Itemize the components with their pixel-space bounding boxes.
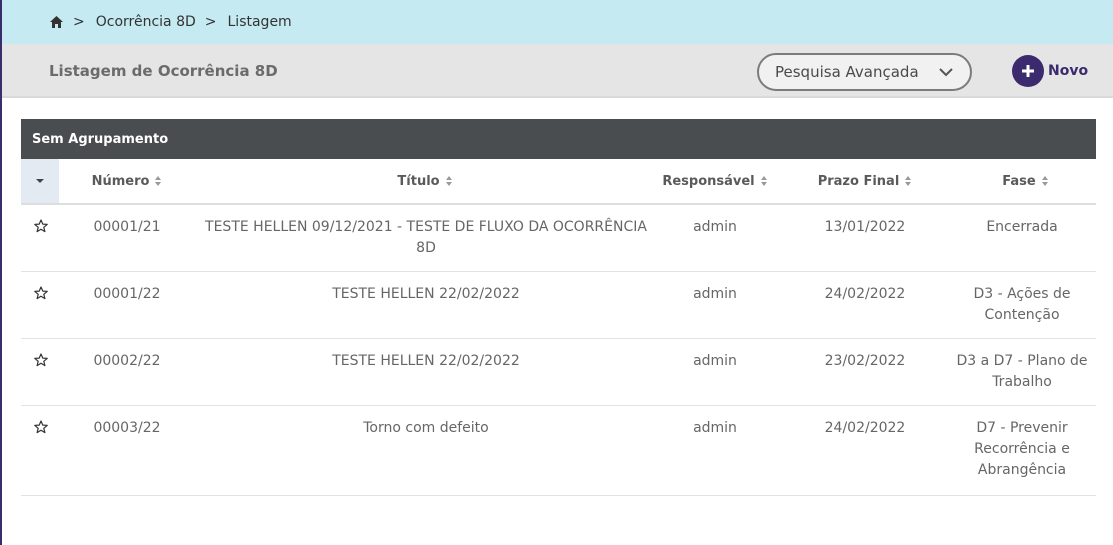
column-header-prazo[interactable]: Prazo Final <box>775 159 955 205</box>
sort-icon <box>445 176 452 186</box>
cell-responsavel: admin <box>693 353 737 369</box>
page-title: Listagem de Ocorrência 8D <box>49 62 278 80</box>
cell-prazo: 13/01/2022 <box>824 219 906 235</box>
cell-prazo: 24/02/2022 <box>824 286 906 302</box>
star-icon[interactable] <box>34 219 48 233</box>
cell-fase: D3 - Ações de Contenção <box>973 286 1071 323</box>
cell-numero: 00003/22 <box>93 420 161 436</box>
breadcrumb: > Ocorrência 8D > Listagem <box>2 0 1113 44</box>
new-button-label: Novo <box>1048 63 1089 79</box>
cell-fase: Encerrada <box>986 219 1058 235</box>
column-header-fase[interactable]: Fase <box>955 159 1096 205</box>
star-icon[interactable] <box>34 286 48 300</box>
breadcrumb-separator: > <box>73 14 85 30</box>
page-header: Listagem de Ocorrência 8D Pesquisa Avanç… <box>2 44 1113 98</box>
cell-titulo: Torno com defeito <box>363 420 489 436</box>
cell-numero: 00002/22 <box>93 353 161 369</box>
star-icon[interactable] <box>34 420 48 434</box>
advanced-search-dropdown[interactable]: Pesquisa Avançada <box>757 53 972 91</box>
table-row[interactable]: 00002/22 TESTE HELLEN 22/02/2022 admin 2… <box>21 339 1096 406</box>
cell-prazo: 23/02/2022 <box>824 353 906 369</box>
cell-titulo: TESTE HELLEN 22/02/2022 <box>332 286 520 302</box>
cell-fase: D7 - Prevenir Recorrência e Abrangência <box>974 420 1070 478</box>
column-header-label: Número <box>91 173 150 189</box>
advanced-search-label: Pesquisa Avançada <box>775 63 919 81</box>
new-button[interactable]: Novo <box>1012 55 1088 87</box>
plus-icon <box>1012 55 1044 87</box>
sort-icon <box>760 176 767 186</box>
table-row[interactable]: 00001/22 TESTE HELLEN 22/02/2022 admin 2… <box>21 272 1096 339</box>
cell-titulo: TESTE HELLEN 22/02/2022 <box>332 353 520 369</box>
cell-responsavel: admin <box>693 219 737 235</box>
home-icon[interactable] <box>50 15 64 29</box>
column-header-label: Prazo Final <box>817 173 900 189</box>
cell-responsavel: admin <box>693 420 737 436</box>
column-header-titulo[interactable]: Título <box>195 159 655 205</box>
group-header: Sem Agrupamento <box>21 119 1096 159</box>
breadcrumb-item-ocorrencia[interactable]: Ocorrência 8D <box>96 14 196 30</box>
column-header-numero[interactable]: Número <box>59 159 195 205</box>
caret-down-icon <box>36 179 44 183</box>
breadcrumb-item-listagem: Listagem <box>227 14 292 30</box>
cell-responsavel: admin <box>693 286 737 302</box>
column-header-label: Responsável <box>662 173 755 189</box>
sort-icon <box>905 176 912 186</box>
sort-icon <box>155 176 162 186</box>
expand-toggle[interactable] <box>21 159 59 205</box>
cell-numero: 00001/21 <box>93 219 161 235</box>
column-header-responsavel[interactable]: Responsável <box>655 159 775 205</box>
cell-fase: D3 a D7 - Plano de Trabalho <box>956 353 1088 390</box>
cell-prazo: 24/02/2022 <box>824 420 906 436</box>
breadcrumb-separator: > <box>204 14 217 30</box>
column-header-label: Fase <box>1002 173 1036 189</box>
column-header-label: Título <box>397 173 440 189</box>
table-row[interactable]: 00003/22 Torno com defeito admin 24/02/2… <box>21 406 1096 496</box>
sort-icon <box>1041 176 1048 186</box>
chevron-down-icon <box>939 68 953 77</box>
cell-titulo: TESTE HELLEN 09/12/2021 - TESTE DE FLUXO… <box>205 219 647 256</box>
table-row[interactable]: 00001/21 TESTE HELLEN 09/12/2021 - TESTE… <box>21 205 1096 272</box>
cell-numero: 00001/22 <box>93 286 161 302</box>
star-icon[interactable] <box>34 353 48 367</box>
